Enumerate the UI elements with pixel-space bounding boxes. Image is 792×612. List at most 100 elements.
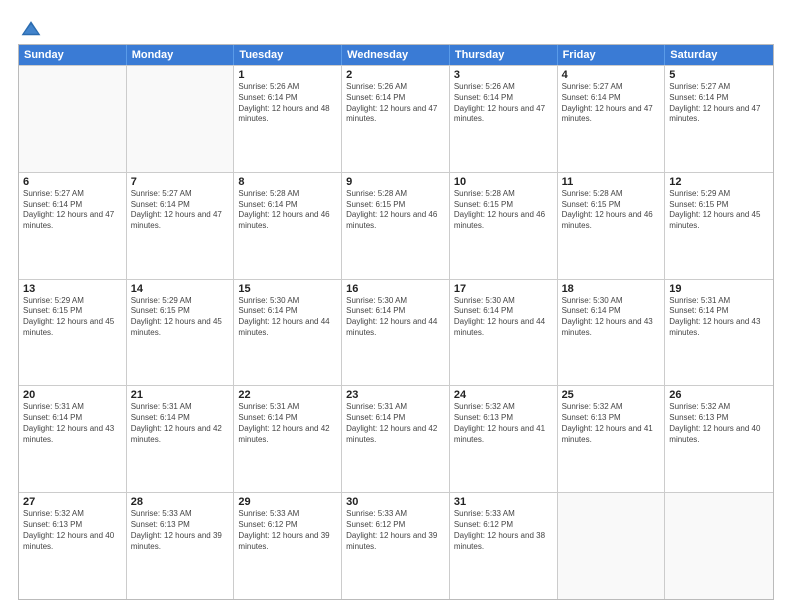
cal-day-24: 24Sunrise: 5:32 AM Sunset: 6:13 PM Dayli… bbox=[450, 386, 558, 492]
cal-day-3: 3Sunrise: 5:26 AM Sunset: 6:14 PM Daylig… bbox=[450, 66, 558, 172]
calendar-body: 1Sunrise: 5:26 AM Sunset: 6:14 PM Daylig… bbox=[19, 65, 773, 599]
day-info: Sunrise: 5:26 AM Sunset: 6:14 PM Dayligh… bbox=[346, 82, 445, 125]
day-info: Sunrise: 5:31 AM Sunset: 6:14 PM Dayligh… bbox=[238, 402, 337, 445]
day-info: Sunrise: 5:31 AM Sunset: 6:14 PM Dayligh… bbox=[131, 402, 230, 445]
day-number: 16 bbox=[346, 283, 445, 295]
cal-day-7: 7Sunrise: 5:27 AM Sunset: 6:14 PM Daylig… bbox=[127, 173, 235, 279]
day-number: 15 bbox=[238, 283, 337, 295]
day-number: 23 bbox=[346, 389, 445, 401]
day-info: Sunrise: 5:32 AM Sunset: 6:13 PM Dayligh… bbox=[23, 509, 122, 552]
cal-header-saturday: Saturday bbox=[665, 45, 773, 65]
cal-empty bbox=[665, 493, 773, 599]
cal-day-4: 4Sunrise: 5:27 AM Sunset: 6:14 PM Daylig… bbox=[558, 66, 666, 172]
cal-day-26: 26Sunrise: 5:32 AM Sunset: 6:13 PM Dayli… bbox=[665, 386, 773, 492]
day-number: 13 bbox=[23, 283, 122, 295]
cal-day-22: 22Sunrise: 5:31 AM Sunset: 6:14 PM Dayli… bbox=[234, 386, 342, 492]
day-info: Sunrise: 5:30 AM Sunset: 6:14 PM Dayligh… bbox=[346, 296, 445, 339]
cal-day-15: 15Sunrise: 5:30 AM Sunset: 6:14 PM Dayli… bbox=[234, 280, 342, 386]
cal-day-16: 16Sunrise: 5:30 AM Sunset: 6:14 PM Dayli… bbox=[342, 280, 450, 386]
day-info: Sunrise: 5:31 AM Sunset: 6:14 PM Dayligh… bbox=[669, 296, 769, 339]
day-number: 24 bbox=[454, 389, 553, 401]
day-info: Sunrise: 5:27 AM Sunset: 6:14 PM Dayligh… bbox=[131, 189, 230, 232]
day-info: Sunrise: 5:33 AM Sunset: 6:13 PM Dayligh… bbox=[131, 509, 230, 552]
cal-day-30: 30Sunrise: 5:33 AM Sunset: 6:12 PM Dayli… bbox=[342, 493, 450, 599]
day-info: Sunrise: 5:32 AM Sunset: 6:13 PM Dayligh… bbox=[454, 402, 553, 445]
cal-day-27: 27Sunrise: 5:32 AM Sunset: 6:13 PM Dayli… bbox=[19, 493, 127, 599]
day-info: Sunrise: 5:26 AM Sunset: 6:14 PM Dayligh… bbox=[238, 82, 337, 125]
cal-day-19: 19Sunrise: 5:31 AM Sunset: 6:14 PM Dayli… bbox=[665, 280, 773, 386]
cal-day-18: 18Sunrise: 5:30 AM Sunset: 6:14 PM Dayli… bbox=[558, 280, 666, 386]
day-info: Sunrise: 5:33 AM Sunset: 6:12 PM Dayligh… bbox=[238, 509, 337, 552]
day-info: Sunrise: 5:27 AM Sunset: 6:14 PM Dayligh… bbox=[562, 82, 661, 125]
cal-day-5: 5Sunrise: 5:27 AM Sunset: 6:14 PM Daylig… bbox=[665, 66, 773, 172]
day-number: 5 bbox=[669, 69, 769, 81]
day-number: 11 bbox=[562, 176, 661, 188]
day-number: 27 bbox=[23, 496, 122, 508]
day-number: 18 bbox=[562, 283, 661, 295]
cal-day-8: 8Sunrise: 5:28 AM Sunset: 6:14 PM Daylig… bbox=[234, 173, 342, 279]
day-number: 30 bbox=[346, 496, 445, 508]
cal-header-thursday: Thursday bbox=[450, 45, 558, 65]
day-number: 25 bbox=[562, 389, 661, 401]
day-number: 14 bbox=[131, 283, 230, 295]
cal-header-tuesday: Tuesday bbox=[234, 45, 342, 65]
day-info: Sunrise: 5:28 AM Sunset: 6:15 PM Dayligh… bbox=[562, 189, 661, 232]
day-number: 2 bbox=[346, 69, 445, 81]
day-info: Sunrise: 5:31 AM Sunset: 6:14 PM Dayligh… bbox=[23, 402, 122, 445]
page: SundayMondayTuesdayWednesdayThursdayFrid… bbox=[0, 0, 792, 612]
cal-day-12: 12Sunrise: 5:29 AM Sunset: 6:15 PM Dayli… bbox=[665, 173, 773, 279]
cal-day-11: 11Sunrise: 5:28 AM Sunset: 6:15 PM Dayli… bbox=[558, 173, 666, 279]
day-number: 29 bbox=[238, 496, 337, 508]
day-number: 8 bbox=[238, 176, 337, 188]
day-number: 21 bbox=[131, 389, 230, 401]
day-info: Sunrise: 5:30 AM Sunset: 6:14 PM Dayligh… bbox=[238, 296, 337, 339]
day-number: 26 bbox=[669, 389, 769, 401]
logo-icon bbox=[20, 18, 42, 40]
day-info: Sunrise: 5:30 AM Sunset: 6:14 PM Dayligh… bbox=[454, 296, 553, 339]
day-info: Sunrise: 5:28 AM Sunset: 6:14 PM Dayligh… bbox=[238, 189, 337, 232]
day-number: 4 bbox=[562, 69, 661, 81]
cal-week-2: 13Sunrise: 5:29 AM Sunset: 6:15 PM Dayli… bbox=[19, 279, 773, 386]
day-info: Sunrise: 5:28 AM Sunset: 6:15 PM Dayligh… bbox=[346, 189, 445, 232]
day-info: Sunrise: 5:33 AM Sunset: 6:12 PM Dayligh… bbox=[454, 509, 553, 552]
day-info: Sunrise: 5:26 AM Sunset: 6:14 PM Dayligh… bbox=[454, 82, 553, 125]
cal-week-1: 6Sunrise: 5:27 AM Sunset: 6:14 PM Daylig… bbox=[19, 172, 773, 279]
day-info: Sunrise: 5:29 AM Sunset: 6:15 PM Dayligh… bbox=[23, 296, 122, 339]
logo bbox=[18, 18, 42, 40]
cal-day-25: 25Sunrise: 5:32 AM Sunset: 6:13 PM Dayli… bbox=[558, 386, 666, 492]
calendar-header-row: SundayMondayTuesdayWednesdayThursdayFrid… bbox=[19, 45, 773, 65]
cal-empty bbox=[558, 493, 666, 599]
cal-day-23: 23Sunrise: 5:31 AM Sunset: 6:14 PM Dayli… bbox=[342, 386, 450, 492]
day-number: 9 bbox=[346, 176, 445, 188]
page-header bbox=[18, 18, 774, 40]
day-number: 22 bbox=[238, 389, 337, 401]
calendar: SundayMondayTuesdayWednesdayThursdayFrid… bbox=[18, 44, 774, 600]
cal-day-9: 9Sunrise: 5:28 AM Sunset: 6:15 PM Daylig… bbox=[342, 173, 450, 279]
day-info: Sunrise: 5:32 AM Sunset: 6:13 PM Dayligh… bbox=[562, 402, 661, 445]
day-number: 12 bbox=[669, 176, 769, 188]
day-number: 1 bbox=[238, 69, 337, 81]
day-info: Sunrise: 5:29 AM Sunset: 6:15 PM Dayligh… bbox=[131, 296, 230, 339]
day-number: 10 bbox=[454, 176, 553, 188]
day-number: 31 bbox=[454, 496, 553, 508]
day-info: Sunrise: 5:28 AM Sunset: 6:15 PM Dayligh… bbox=[454, 189, 553, 232]
day-info: Sunrise: 5:33 AM Sunset: 6:12 PM Dayligh… bbox=[346, 509, 445, 552]
cal-header-friday: Friday bbox=[558, 45, 666, 65]
day-info: Sunrise: 5:31 AM Sunset: 6:14 PM Dayligh… bbox=[346, 402, 445, 445]
day-number: 7 bbox=[131, 176, 230, 188]
cal-day-28: 28Sunrise: 5:33 AM Sunset: 6:13 PM Dayli… bbox=[127, 493, 235, 599]
cal-day-20: 20Sunrise: 5:31 AM Sunset: 6:14 PM Dayli… bbox=[19, 386, 127, 492]
cal-day-2: 2Sunrise: 5:26 AM Sunset: 6:14 PM Daylig… bbox=[342, 66, 450, 172]
cal-day-14: 14Sunrise: 5:29 AM Sunset: 6:15 PM Dayli… bbox=[127, 280, 235, 386]
cal-day-21: 21Sunrise: 5:31 AM Sunset: 6:14 PM Dayli… bbox=[127, 386, 235, 492]
cal-header-sunday: Sunday bbox=[19, 45, 127, 65]
day-info: Sunrise: 5:27 AM Sunset: 6:14 PM Dayligh… bbox=[23, 189, 122, 232]
cal-day-13: 13Sunrise: 5:29 AM Sunset: 6:15 PM Dayli… bbox=[19, 280, 127, 386]
day-number: 6 bbox=[23, 176, 122, 188]
cal-day-10: 10Sunrise: 5:28 AM Sunset: 6:15 PM Dayli… bbox=[450, 173, 558, 279]
cal-week-3: 20Sunrise: 5:31 AM Sunset: 6:14 PM Dayli… bbox=[19, 385, 773, 492]
cal-day-31: 31Sunrise: 5:33 AM Sunset: 6:12 PM Dayli… bbox=[450, 493, 558, 599]
cal-empty bbox=[19, 66, 127, 172]
day-info: Sunrise: 5:29 AM Sunset: 6:15 PM Dayligh… bbox=[669, 189, 769, 232]
cal-day-1: 1Sunrise: 5:26 AM Sunset: 6:14 PM Daylig… bbox=[234, 66, 342, 172]
